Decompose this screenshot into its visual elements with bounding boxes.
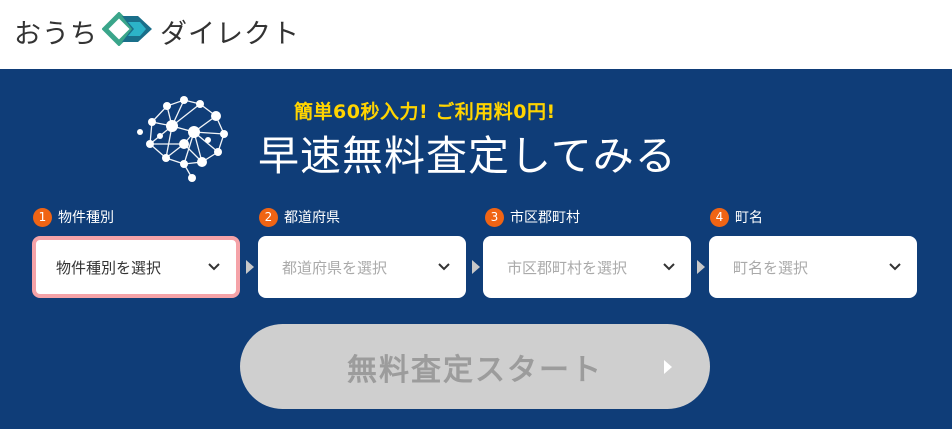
step-label-town: 4 町名 — [710, 207, 763, 227]
step-arrow-icon — [697, 260, 705, 274]
arrow-right-icon — [664, 360, 672, 374]
site-header: おうち ダイレクト — [0, 0, 952, 69]
brain-network-icon — [132, 92, 236, 188]
chevron-down-icon — [663, 263, 675, 271]
step-label-text: 市区郡町村 — [510, 210, 580, 226]
step-label-city: 3 市区郡町村 — [485, 207, 580, 227]
city-select[interactable]: 市区郡町村を選択 — [483, 236, 691, 298]
prefecture-select[interactable]: 都道府県を選択 — [258, 236, 466, 298]
house-diamond-logo-icon — [101, 11, 156, 50]
step-label-text: 都道府県 — [284, 210, 340, 226]
select-placeholder: 町名を選択 — [733, 258, 809, 277]
site-logo[interactable]: おうち ダイレクト — [14, 11, 300, 50]
select-placeholder: 市区郡町村を選択 — [507, 258, 628, 277]
catchcopy: 簡単60秒入力! ご利用料0円! — [294, 101, 556, 123]
step-label-text: 町名 — [735, 210, 763, 226]
chevron-down-icon — [438, 263, 450, 271]
start-appraisal-button[interactable]: 無料査定スタート — [240, 324, 710, 409]
start-button-label: 無料査定スタート — [347, 352, 603, 388]
step-number-badge: 4 — [710, 207, 729, 227]
step-arrow-icon — [246, 260, 254, 274]
select-placeholder: 都道府県を選択 — [282, 258, 388, 277]
property-type-select[interactable]: 物件種別を選択 — [32, 236, 240, 298]
page-title: 早速無料査定してみる — [258, 132, 677, 180]
logo-text-left: おうち — [14, 18, 98, 50]
step-label-text: 物件種別 — [58, 210, 114, 226]
step-number-badge: 3 — [485, 207, 504, 227]
town-select[interactable]: 町名を選択 — [709, 236, 917, 298]
chevron-down-icon — [208, 263, 220, 271]
select-placeholder: 物件種別を選択 — [56, 258, 162, 277]
step-number-badge: 1 — [33, 207, 52, 227]
logo-text-right: ダイレクト — [160, 18, 300, 50]
step-label-prefecture: 2 都道府県 — [259, 207, 340, 227]
step-arrow-icon — [472, 260, 480, 274]
step-label-property-type: 1 物件種別 — [33, 207, 114, 227]
step-number-badge: 2 — [259, 207, 278, 227]
chevron-down-icon — [889, 263, 901, 271]
